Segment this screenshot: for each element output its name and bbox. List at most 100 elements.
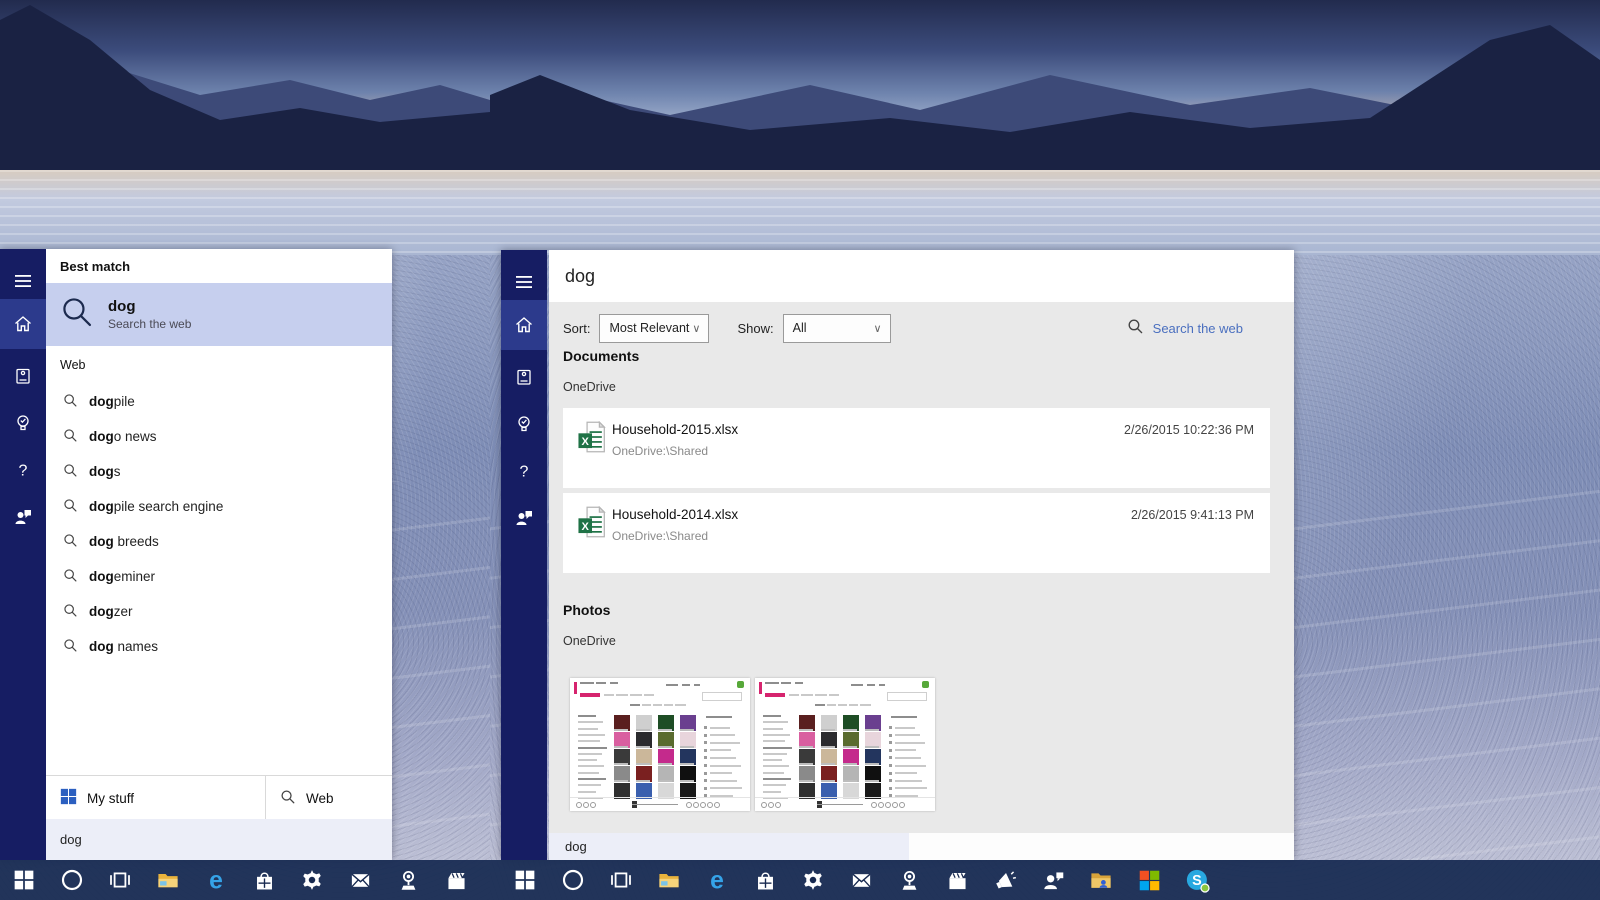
people-taskbar-button[interactable] xyxy=(1029,860,1077,900)
web-suggestion[interactable]: dogpile search engine xyxy=(46,489,392,524)
task-view-icon xyxy=(108,868,132,892)
sidebar-item-home[interactable] xyxy=(0,299,46,349)
web-section-header: Web xyxy=(60,358,392,380)
sidebar-item-notebook[interactable] xyxy=(0,352,46,399)
my-stuff-button[interactable]: My stuff xyxy=(46,776,266,820)
documents-folder-taskbar-button[interactable] xyxy=(1077,860,1125,900)
movies-tv-taskbar-button[interactable] xyxy=(933,860,981,900)
show-dropdown[interactable]: All ∨ xyxy=(783,314,891,343)
start-taskbar-button[interactable] xyxy=(0,860,48,900)
cortana-icon xyxy=(561,868,585,892)
taskbar-left-group: e xyxy=(0,860,480,900)
start-icon xyxy=(13,869,35,891)
sidebar-item-reminders[interactable] xyxy=(0,399,46,446)
skype-taskbar-button[interactable]: S xyxy=(1173,860,1221,900)
sidebar-item-feedback[interactable] xyxy=(0,493,46,540)
person-feedback-icon xyxy=(514,508,534,528)
documents-section-header: Documents xyxy=(563,348,639,364)
bottom-bar-spacer xyxy=(909,833,1294,860)
maps-taskbar-button[interactable] xyxy=(384,860,432,900)
svg-text:X: X xyxy=(582,436,590,448)
mail-taskbar-button[interactable] xyxy=(336,860,384,900)
help-icon: ? xyxy=(13,460,33,480)
maps-icon xyxy=(397,869,420,892)
lightbulb-icon xyxy=(514,414,534,434)
wallpaper-lake xyxy=(490,170,1600,255)
search-box[interactable]: dog xyxy=(549,833,909,860)
file-name: Household-2014.xlsx xyxy=(612,507,738,522)
settings-taskbar-button[interactable] xyxy=(789,860,837,900)
sidebar-item-help[interactable]: ? xyxy=(501,447,547,494)
web-suggestion[interactable]: dogs xyxy=(46,454,392,489)
feedback-hub-taskbar-button[interactable] xyxy=(981,860,1029,900)
web-suggestion[interactable]: dogpile xyxy=(46,384,392,419)
svg-text:X: X xyxy=(582,521,590,533)
settings-icon xyxy=(300,868,324,892)
movies-tv-icon xyxy=(946,869,969,892)
web-suggestion[interactable]: dog breeds xyxy=(46,524,392,559)
sidebar-item-menu[interactable] xyxy=(0,257,46,304)
web-suggestion[interactable]: dogeminer xyxy=(46,559,392,594)
web-scope-button[interactable]: Web xyxy=(266,776,392,820)
file-result-card[interactable]: XHousehold-2015.xlsxOneDrive:\Shared2/26… xyxy=(563,408,1270,488)
svg-text:e: e xyxy=(209,867,223,893)
results-body: Sort: Most Relevant ∨ Show: All ∨ Search… xyxy=(549,302,1294,833)
photo-thumbnail-1[interactable] xyxy=(570,678,750,811)
documents-group-label: OneDrive xyxy=(563,380,616,394)
sidebar-item-feedback[interactable] xyxy=(501,494,547,541)
mail-taskbar-button[interactable] xyxy=(837,860,885,900)
best-match-result[interactable]: dog Search the web xyxy=(46,283,392,346)
microsoft-logo-taskbar-button[interactable] xyxy=(1125,860,1173,900)
sidebar-item-reminders[interactable] xyxy=(501,400,547,447)
excel-file-icon: X xyxy=(577,421,607,458)
sort-value: Most Relevant xyxy=(600,321,692,335)
file-path: OneDrive:\Shared xyxy=(612,444,708,458)
web-suggestion[interactable]: dogo news xyxy=(46,419,392,454)
help-icon: ? xyxy=(514,461,534,481)
sidebar-item-home[interactable] xyxy=(501,300,547,350)
suggestion-completion: s xyxy=(114,464,121,479)
suggestion-query: dog xyxy=(89,639,114,654)
cortana-taskbar-button[interactable] xyxy=(549,860,597,900)
search-box[interactable]: dog xyxy=(46,819,392,860)
sort-dropdown[interactable]: Most Relevant ∨ xyxy=(599,314,709,343)
task-view-taskbar-button[interactable] xyxy=(597,860,645,900)
file-explorer-taskbar-button[interactable] xyxy=(144,860,192,900)
store-taskbar-button[interactable] xyxy=(741,860,789,900)
skype-icon: S xyxy=(1185,868,1210,893)
web-suggestion[interactable]: dog names xyxy=(46,629,392,664)
file-explorer-taskbar-button[interactable] xyxy=(645,860,693,900)
movies-tv-icon xyxy=(445,869,468,892)
best-match-header: Best match xyxy=(46,249,392,283)
file-result-card[interactable]: XHousehold-2014.xlsxOneDrive:\Shared2/26… xyxy=(563,493,1270,573)
cortana-taskbar-button[interactable] xyxy=(48,860,96,900)
windows-logo-icon xyxy=(46,788,87,808)
start-taskbar-button[interactable] xyxy=(501,860,549,900)
sidebar-item-help[interactable]: ? xyxy=(0,446,46,493)
cortana-panel-left: ? Best match dog Search the web Web dogp… xyxy=(0,249,392,860)
movies-tv-taskbar-button[interactable] xyxy=(432,860,480,900)
photos-section-header: Photos xyxy=(563,602,610,618)
task-view-taskbar-button[interactable] xyxy=(96,860,144,900)
web-suggestion[interactable]: dogzer xyxy=(46,594,392,629)
chevron-down-icon: ∨ xyxy=(874,322,890,335)
search-the-web-link[interactable]: Search the web xyxy=(1118,318,1243,338)
search-icon xyxy=(60,295,94,334)
sidebar-item-menu[interactable] xyxy=(501,258,547,305)
show-value: All xyxy=(784,321,874,335)
maps-taskbar-button[interactable] xyxy=(885,860,933,900)
mail-icon xyxy=(349,869,372,892)
mountains xyxy=(490,0,1600,170)
settings-taskbar-button[interactable] xyxy=(288,860,336,900)
edge-taskbar-button[interactable]: e xyxy=(693,860,741,900)
store-taskbar-button[interactable] xyxy=(240,860,288,900)
task-view-icon xyxy=(609,868,633,892)
filter-bar: Sort: Most Relevant ∨ Show: All ∨ Search… xyxy=(549,308,1294,348)
home-icon xyxy=(514,315,534,335)
cortana-sidebar: ? xyxy=(501,250,547,860)
edge-taskbar-button[interactable]: e xyxy=(192,860,240,900)
wallpaper-lake xyxy=(0,170,490,255)
sidebar-item-notebook[interactable] xyxy=(501,353,547,400)
photo-thumbnail-2[interactable] xyxy=(755,678,935,811)
taskbar-right-group: eS xyxy=(501,860,1221,900)
